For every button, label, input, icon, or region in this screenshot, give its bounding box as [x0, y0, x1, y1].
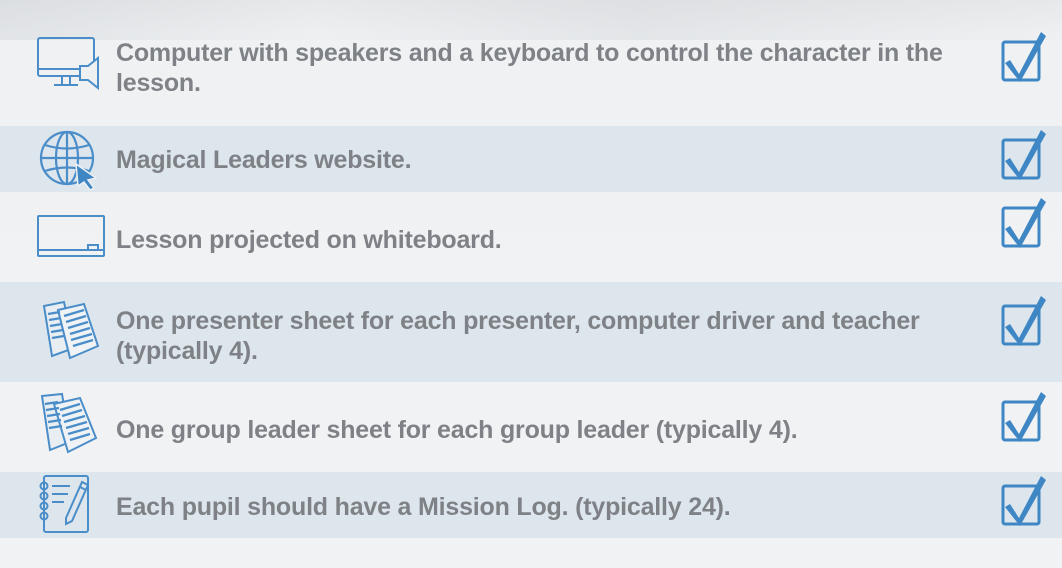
checklist-item-website: Magical Leaders website. [0, 126, 1062, 192]
checklist-item-label: One group leader sheet for each group le… [116, 416, 798, 444]
checklist-item-label: Each pupil should have a Mission Log. (t… [116, 493, 731, 521]
checkbox-checked-icon[interactable] [1000, 128, 1048, 184]
checkbox-checked-icon[interactable] [1000, 294, 1048, 350]
documents-icon [38, 392, 102, 464]
checklist-item-label: Computer with speakers and a keyboard to… [116, 39, 943, 97]
checklist-item-label: Magical Leaders website. [116, 146, 412, 174]
checkbox-checked-icon[interactable] [1000, 196, 1048, 252]
checkbox-checked-icon[interactable] [1000, 30, 1048, 86]
computer-speaker-icon [36, 36, 102, 92]
checklist-item-mission-log: Each pupil should have a Mission Log. (t… [0, 472, 1062, 538]
whiteboard-icon [36, 214, 108, 262]
checklist-item-whiteboard: Lesson projected on whiteboard. [0, 196, 1062, 266]
checklist-item-group-leader-sheets: One group leader sheet for each group le… [0, 384, 1062, 472]
checklist-item-label: One presenter sheet for each presenter, … [116, 307, 920, 365]
notebook-pen-icon [36, 474, 94, 534]
checklist-item-label: Lesson projected on whiteboard. [116, 226, 502, 254]
checklist-item-presenter-sheets: One presenter sheet for each presenter, … [0, 282, 1062, 382]
checkbox-checked-icon[interactable] [1000, 390, 1048, 446]
checklist-item-computer: Computer with speakers and a keyboard to… [0, 28, 1062, 108]
documents-icon [40, 296, 104, 368]
checkbox-checked-icon[interactable] [1000, 474, 1048, 530]
globe-cursor-icon [38, 130, 100, 190]
requirements-checklist: Computer with speakers and a keyboard to… [0, 0, 1062, 568]
